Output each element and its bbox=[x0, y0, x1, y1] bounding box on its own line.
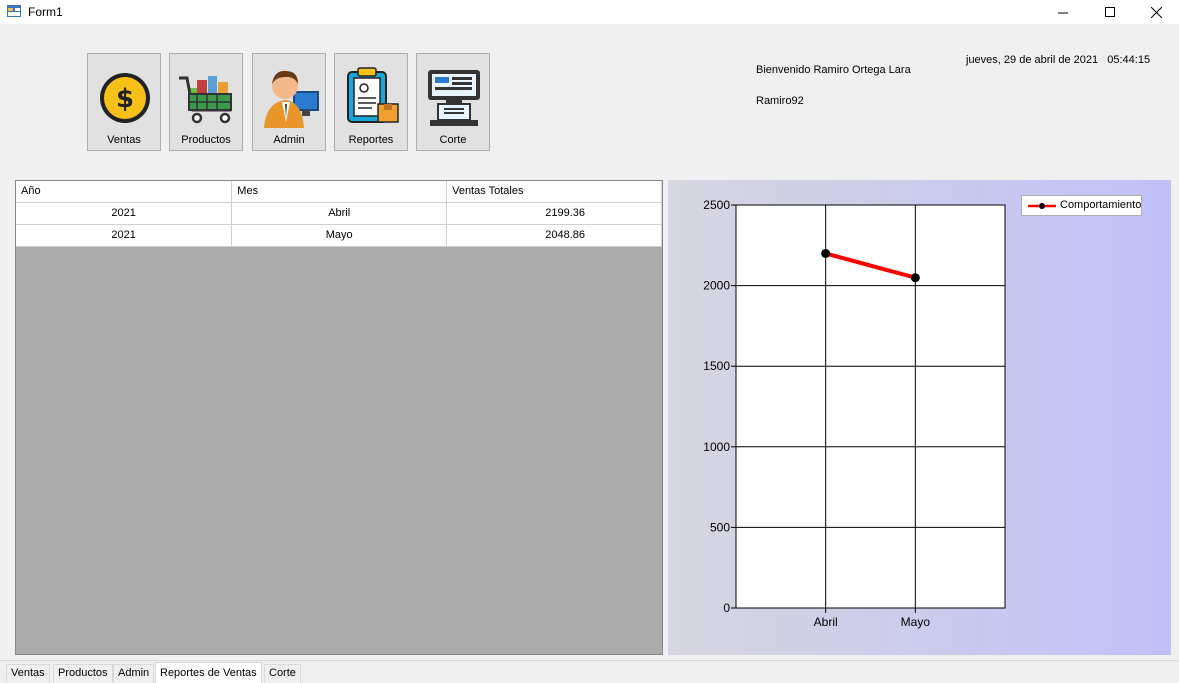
title-bar: Form1 bbox=[0, 0, 1179, 24]
minimize-button[interactable] bbox=[1040, 0, 1086, 24]
tab-reportes-de-ventas[interactable]: Reportes de Ventas bbox=[155, 662, 262, 683]
maximize-icon bbox=[1105, 7, 1115, 17]
ventas-label: Ventas bbox=[107, 134, 141, 146]
close-button[interactable] bbox=[1133, 0, 1179, 24]
tab-admin[interactable]: Admin bbox=[113, 664, 155, 683]
dollar-coin-icon: $ bbox=[100, 73, 150, 123]
admin-label: Admin bbox=[273, 134, 305, 146]
x-tick-label: Abril bbox=[814, 615, 838, 629]
column-header-total[interactable]: Ventas Totales bbox=[446, 181, 662, 203]
cell-month[interactable]: Mayo bbox=[231, 224, 448, 247]
tab-bar: Ventas Productos Admin Reportes de Venta… bbox=[0, 660, 1179, 683]
maximize-button[interactable] bbox=[1087, 0, 1133, 24]
x-tick-label: Mayo bbox=[901, 615, 931, 629]
admin-button[interactable]: Admin bbox=[252, 53, 326, 151]
y-tick-label: 1000 bbox=[703, 440, 730, 454]
column-header-year[interactable]: Año bbox=[16, 181, 233, 203]
reportes-button[interactable]: Reportes bbox=[334, 53, 408, 151]
y-tick-label: 0 bbox=[723, 601, 730, 615]
reportes-label: Reportes bbox=[348, 134, 394, 146]
form-icon bbox=[7, 5, 21, 17]
corte-button[interactable]: Corte bbox=[416, 53, 490, 151]
sales-table: Año Mes Ventas Totales 2021 Abril 2199.3… bbox=[16, 181, 662, 247]
welcome-text: Bienvenido Ramiro Ortega Lara bbox=[756, 64, 911, 76]
y-tick-label: 2000 bbox=[703, 279, 730, 293]
ventas-button[interactable]: $ Ventas bbox=[87, 53, 161, 151]
minimize-icon bbox=[1058, 12, 1068, 14]
chart-svg: 0 500 1000 1500 2000 2500 Abril Mayo bbox=[703, 198, 1006, 629]
data-point bbox=[821, 248, 831, 258]
cell-total[interactable]: 2048.86 bbox=[446, 224, 662, 247]
svg-text:$: $ bbox=[116, 84, 134, 114]
cell-year[interactable]: 2021 bbox=[16, 202, 233, 225]
window-title: Form1 bbox=[28, 5, 63, 19]
tab-ventas[interactable]: Ventas bbox=[6, 664, 50, 683]
y-tick-label: 1500 bbox=[703, 359, 730, 373]
productos-label: Productos bbox=[181, 134, 231, 146]
admin-user-icon bbox=[264, 70, 319, 128]
cell-month[interactable]: Abril bbox=[231, 202, 448, 225]
sales-chart: 0 500 1000 1500 2000 2500 Abril Mayo Comportami… bbox=[668, 180, 1171, 655]
legend-line-marker bbox=[1028, 203, 1056, 209]
table-row[interactable]: 2021 Mayo 2048.86 bbox=[16, 224, 662, 247]
y-tick-label: 500 bbox=[710, 520, 730, 534]
legend-series-label: Comportamiento bbox=[1060, 199, 1142, 211]
tab-productos[interactable]: Productos bbox=[53, 664, 113, 683]
table-row[interactable]: 2021 Abril 2199.36 bbox=[16, 202, 662, 225]
productos-button[interactable]: Productos bbox=[169, 53, 243, 151]
tab-corte[interactable]: Corte bbox=[264, 664, 301, 683]
column-header-month[interactable]: Mes bbox=[231, 181, 448, 203]
shopping-cart-icon bbox=[179, 76, 232, 124]
chart-legend: Comportamiento bbox=[1021, 195, 1142, 216]
data-point bbox=[910, 273, 920, 283]
y-tick-label: 2500 bbox=[703, 198, 730, 212]
sales-grid[interactable]: Año Mes Ventas Totales 2021 Abril 2199.3… bbox=[15, 180, 663, 655]
cell-year[interactable]: 2021 bbox=[16, 224, 233, 247]
username-text: Ramiro92 bbox=[756, 95, 804, 107]
close-icon bbox=[1150, 6, 1162, 18]
corte-label: Corte bbox=[439, 134, 467, 146]
table-header-row: Año Mes Ventas Totales bbox=[16, 181, 662, 203]
datetime-text: jueves, 29 de abril de 2021 05:44:15 bbox=[966, 54, 1151, 66]
cash-register-icon bbox=[428, 70, 480, 126]
cell-total[interactable]: 2199.36 bbox=[446, 202, 662, 225]
clipboard-report-icon bbox=[347, 67, 399, 123]
